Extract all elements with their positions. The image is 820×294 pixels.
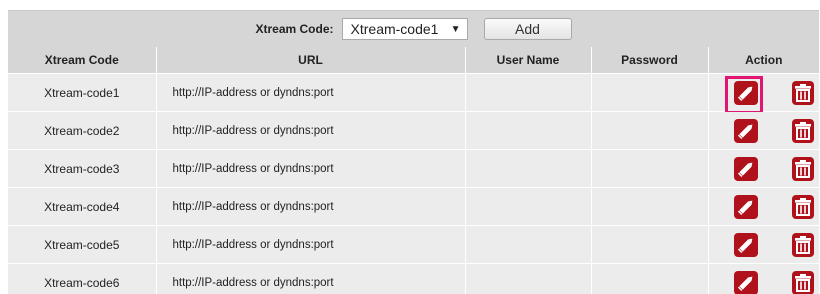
trash-icon[interactable]: [791, 80, 815, 105]
table-row: Xtream-code3 http://IP-address or dyndns:…: [8, 149, 819, 188]
password-cell: [591, 225, 709, 264]
password-cell: [591, 111, 709, 150]
action-cell: [708, 149, 819, 188]
table-row: Xtream-code6 http://IP-address or dyndns:…: [8, 263, 819, 294]
user-name-cell: [465, 225, 592, 264]
xtream-code-cell: Xtream-code5: [8, 225, 157, 264]
xtream-code-table: Xtream Code URL User Name Password Actio…: [8, 47, 819, 294]
action-cell: [708, 111, 819, 150]
pencil-icon[interactable]: [733, 270, 758, 294]
pencil-icon[interactable]: [733, 232, 758, 257]
url-cell: http://IP-address or dyndns:port: [156, 149, 466, 188]
action-cell: [708, 187, 819, 226]
trash-icon[interactable]: [791, 270, 815, 294]
trash-icon[interactable]: [791, 232, 815, 257]
action-cell: [708, 263, 819, 294]
header-action: Action: [708, 47, 819, 74]
add-button[interactable]: Add: [483, 18, 572, 40]
trash-icon[interactable]: [791, 156, 815, 181]
xtream-code-cell: Xtream-code1: [8, 73, 157, 112]
action-cell: [708, 225, 819, 264]
xtream-code-cell: Xtream-code3: [8, 149, 157, 188]
user-name-cell: [465, 149, 592, 188]
table-row: Xtream-code1 http://IP-address or dyndns:…: [8, 73, 819, 114]
password-cell: [591, 149, 709, 188]
toolbar: Xtream Code: Xtream-code1 ▼ Add: [8, 10, 819, 47]
url-cell: http://IP-address or dyndns:port: [156, 187, 466, 226]
table-row: Xtream-code5 http://IP-address or dyndns:…: [8, 225, 819, 264]
user-name-cell: [465, 263, 592, 294]
xtream-code-select-value: Xtream-code1: [350, 21, 439, 37]
password-cell: [591, 263, 709, 294]
xtream-code-cell: Xtream-code4: [8, 187, 157, 226]
trash-icon[interactable]: [791, 194, 815, 219]
xtream-code-panel: Xtream Code: Xtream-code1 ▼ Add Xtream C…: [8, 0, 819, 294]
xtream-code-cell: Xtream-code6: [8, 263, 157, 294]
header-user-name: User Name: [465, 47, 592, 74]
xtream-code-select[interactable]: Xtream-code1 ▼: [341, 18, 468, 40]
table-body: Xtream-code1 http://IP-address or dyndns:…: [8, 73, 819, 294]
xtream-code-cell: Xtream-code2: [8, 111, 157, 150]
password-cell: [591, 73, 709, 112]
table-row: Xtream-code4 http://IP-address or dyndns:…: [8, 187, 819, 226]
table-row: Xtream-code2 http://IP-address or dyndns:…: [8, 111, 819, 150]
user-name-cell: [465, 111, 592, 150]
url-cell: http://IP-address or dyndns:port: [156, 73, 466, 112]
header-url: URL: [156, 47, 466, 74]
xtream-code-label: Xtream Code:: [255, 22, 334, 36]
action-cell: [708, 73, 819, 114]
pencil-icon[interactable]: [733, 194, 758, 219]
pencil-icon[interactable]: [733, 80, 758, 105]
url-cell: http://IP-address or dyndns:port: [156, 225, 466, 264]
trash-icon[interactable]: [791, 118, 815, 143]
header-password: Password: [591, 47, 709, 74]
url-cell: http://IP-address or dyndns:port: [156, 111, 466, 150]
table-header-row: Xtream Code URL User Name Password Actio…: [8, 47, 819, 74]
pencil-icon[interactable]: [733, 156, 758, 181]
header-xtream-code: Xtream Code: [8, 47, 157, 74]
password-cell: [591, 187, 709, 226]
pencil-icon[interactable]: [733, 118, 758, 143]
user-name-cell: [465, 73, 592, 112]
user-name-cell: [465, 187, 592, 226]
dropdown-arrow-icon: ▼: [450, 23, 461, 35]
url-cell: http://IP-address or dyndns:port: [156, 263, 466, 294]
